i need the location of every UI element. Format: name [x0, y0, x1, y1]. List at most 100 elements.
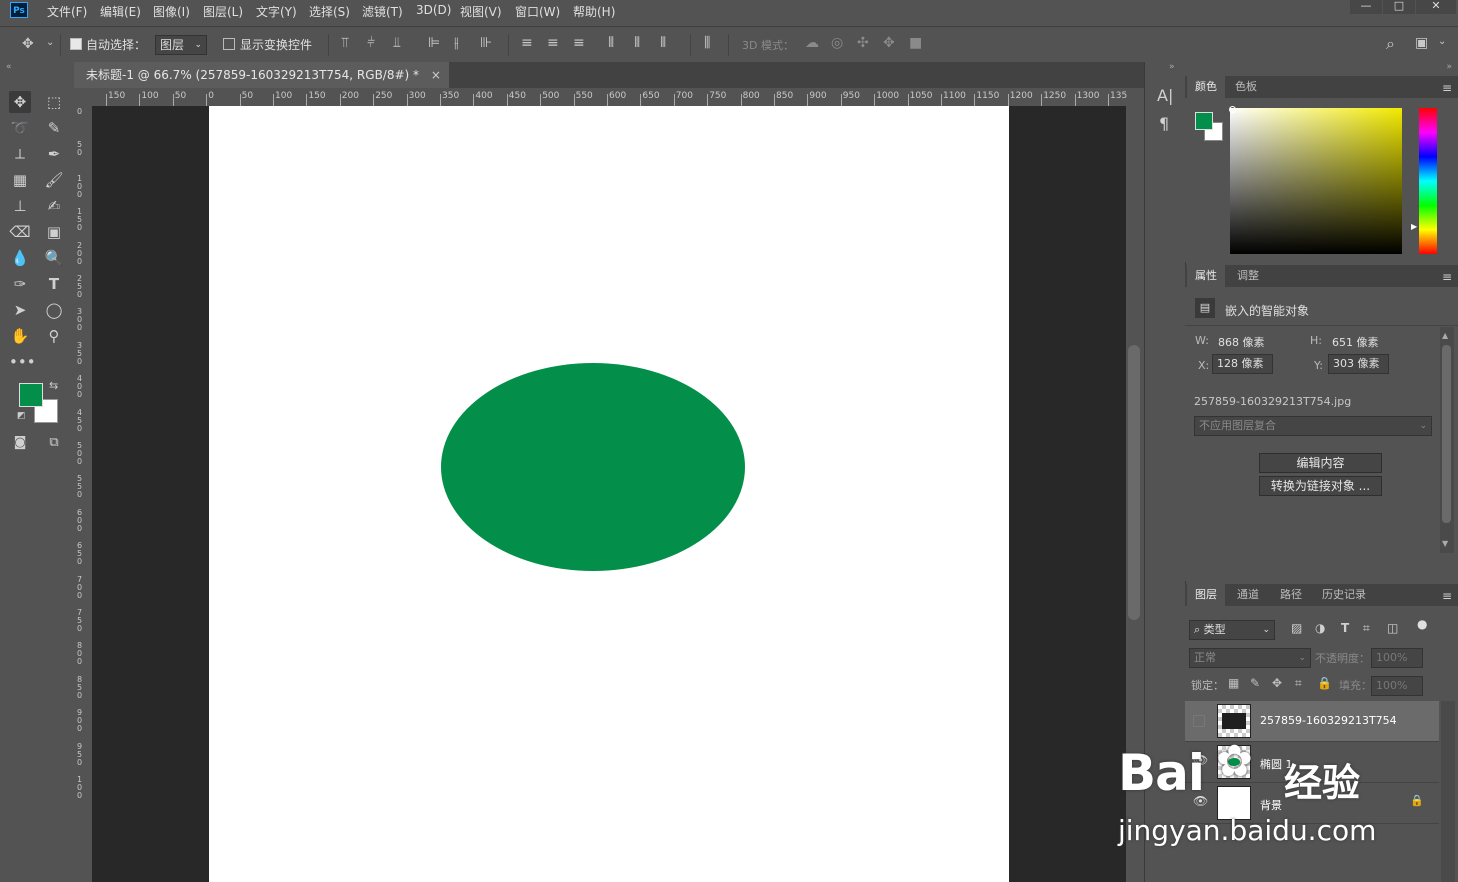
collapse-icon[interactable]: » [1446, 62, 1452, 72]
3d-orbit-icon[interactable]: ☁ [805, 35, 819, 51]
auto-select-checkbox[interactable] [70, 38, 82, 50]
panel-menu-icon[interactable]: ≡ [1442, 589, 1452, 603]
distribute-top-icon[interactable]: ≡ [521, 35, 533, 51]
show-transform-checkbox[interactable] [223, 38, 235, 50]
scrollbar-thumb[interactable] [1128, 345, 1140, 620]
crop-tool-icon[interactable]: ⟂ [9, 143, 31, 165]
history-brush-tool-icon[interactable]: ✍ [43, 195, 65, 217]
brush-tool-icon[interactable]: 🖌 [43, 169, 65, 191]
more-tools-icon[interactable]: ••• [9, 351, 36, 373]
move-tool-icon[interactable]: ✥ [22, 36, 34, 52]
menu-layer[interactable]: 图层(L) [203, 3, 243, 20]
align-bottom-icon[interactable]: ⫫ [393, 35, 401, 51]
close-button[interactable]: ✕ [1416, 0, 1456, 14]
lock-position-icon[interactable]: ✥ [1272, 676, 1282, 690]
stamp-tool-icon[interactable]: ⊥ [9, 195, 31, 217]
filter-adjustment-icon[interactable]: ◑ [1315, 621, 1325, 635]
menu-file[interactable]: 文件(F) [47, 3, 87, 20]
lock-all-icon[interactable]: 🔒 [1317, 676, 1332, 690]
align-top-icon[interactable]: ⫪ [341, 35, 349, 51]
tab-color[interactable]: 颜色 [1187, 76, 1225, 98]
lock-transparent-icon[interactable]: ▦ [1228, 676, 1239, 690]
frame-tool-icon[interactable]: ▦ [9, 169, 31, 191]
green-ellipse-shape[interactable] [441, 363, 745, 571]
filter-smart-object-icon[interactable]: ◫ [1387, 621, 1398, 635]
convert-to-linked-button[interactable]: 转换为链接对象 ... [1259, 476, 1382, 496]
lock-artboard-icon[interactable]: ⌗ [1295, 676, 1302, 691]
3d-slide-icon[interactable]: ✥ [883, 35, 895, 51]
distribute-left-icon[interactable]: ⦀ [608, 35, 614, 51]
y-position-field[interactable]: 303 像素 [1328, 354, 1389, 374]
distribute-vcenter-icon[interactable]: ≡ [547, 35, 559, 51]
height-value[interactable]: 651 像素 [1332, 334, 1379, 350]
3d-scale-icon[interactable]: ■ [909, 35, 922, 51]
edit-contents-button[interactable]: 编辑内容 [1259, 453, 1382, 473]
menu-image[interactable]: 图像(I) [153, 3, 190, 20]
lasso-tool-icon[interactable]: ➰ [9, 117, 31, 139]
workspace-icon[interactable]: ▣ [1415, 35, 1428, 51]
chevron-down-icon[interactable]: ⌄ [46, 37, 54, 48]
tab-swatches[interactable]: 色板 [1227, 76, 1265, 98]
hue-slider-handle[interactable]: ▶ [1411, 222, 1417, 231]
layer-comp-dropdown[interactable]: 不应用图层复合 ⌄ [1194, 416, 1432, 436]
hand-tool-icon[interactable]: ✋ [9, 325, 31, 347]
pen-tool-icon[interactable]: ✑ [9, 273, 31, 295]
zoom-tool-icon[interactable]: ⚲ [43, 325, 65, 347]
scrollbar-thumb[interactable] [1442, 345, 1451, 523]
blend-mode-dropdown[interactable]: 正常 ⌄ [1189, 648, 1311, 668]
search-icon[interactable]: ⌕ [1386, 34, 1395, 54]
align-left-icon[interactable]: ⊫ [428, 35, 440, 51]
width-value[interactable]: 868 像素 [1218, 334, 1265, 350]
foreground-color-chip[interactable] [1195, 112, 1213, 130]
fill-field[interactable]: 100% [1371, 676, 1423, 696]
hue-slider[interactable] [1419, 108, 1437, 254]
blur-tool-icon[interactable]: 💧 [9, 247, 31, 269]
align-right-icon[interactable]: ⊪ [480, 35, 492, 51]
gradient-tool-icon[interactable]: ▣ [43, 221, 65, 243]
scroll-up-icon[interactable]: ▲ [1442, 331, 1448, 340]
marquee-tool-icon[interactable]: ⬚ [43, 91, 65, 113]
menu-edit[interactable]: 编辑(E) [100, 3, 141, 20]
3d-drag-icon[interactable]: ✣ [857, 35, 869, 51]
path-select-tool-icon[interactable]: ➤ [9, 299, 31, 321]
ellipse-tool-icon[interactable]: ◯ [43, 299, 65, 321]
character-panel-icon[interactable]: A| [1157, 86, 1173, 105]
menu-select[interactable]: 选择(S) [309, 3, 350, 20]
default-colors-icon[interactable]: ◩ [17, 411, 26, 421]
auto-select-target-dropdown[interactable]: 图层 ⌄ [155, 35, 207, 55]
chevron-down-icon[interactable]: ⌄ [1438, 36, 1446, 47]
panel-menu-icon[interactable]: ≡ [1442, 81, 1452, 95]
filter-shape-icon[interactable]: ⌗ [1363, 621, 1370, 636]
panel-menu-icon[interactable]: ≡ [1442, 270, 1452, 284]
document-tab[interactable]: 未标题-1 @ 66.7% (257859-160329213T754, RGB… [74, 62, 449, 88]
tab-paths[interactable]: 路径 [1272, 584, 1310, 606]
eraser-tool-icon[interactable]: ⌫ [9, 221, 31, 243]
distribute-right-icon[interactable]: ⦀ [660, 35, 666, 51]
lock-pixels-icon[interactable]: ✎ [1250, 676, 1260, 690]
menu-3d[interactable]: 3D(D) [416, 3, 451, 17]
opacity-field[interactable]: 100% [1371, 648, 1423, 668]
menu-filter[interactable]: 滤镜(T) [362, 3, 403, 20]
x-position-field[interactable]: 128 像素 [1212, 354, 1273, 374]
ruler-origin[interactable] [74, 88, 93, 107]
quick-select-tool-icon[interactable]: ✎ [43, 117, 65, 139]
foreground-color-swatch[interactable] [19, 383, 43, 407]
menu-window[interactable]: 窗口(W) [515, 3, 560, 20]
distribute-bottom-icon[interactable]: ≡ [573, 35, 585, 51]
paragraph-panel-icon[interactable]: ¶ [1159, 114, 1169, 133]
layer-visibility-toggle[interactable] [1193, 715, 1205, 727]
tab-properties[interactable]: 属性 [1187, 265, 1225, 287]
close-tab-icon[interactable]: × [431, 68, 441, 82]
auto-align-icon[interactable]: ⫼ [704, 35, 710, 51]
layer-filter-dropdown[interactable]: ⌕ 类型 ⌄ [1189, 620, 1275, 640]
quick-mask-icon[interactable]: ◙ [9, 432, 31, 454]
3d-roll-icon[interactable]: ◎ [831, 35, 843, 51]
filter-toggle-icon[interactable]: ● [1417, 617, 1427, 631]
type-tool-icon[interactable]: T [43, 273, 65, 295]
filter-pixel-icon[interactable]: ▨ [1291, 621, 1302, 635]
tab-adjustments[interactable]: 调整 [1229, 265, 1267, 287]
menu-view[interactable]: 视图(V) [460, 3, 502, 20]
collapse-icon[interactable]: « [6, 62, 12, 72]
eyedropper-tool-icon[interactable]: ✒ [43, 143, 65, 165]
minimize-button[interactable]: — [1350, 0, 1382, 14]
